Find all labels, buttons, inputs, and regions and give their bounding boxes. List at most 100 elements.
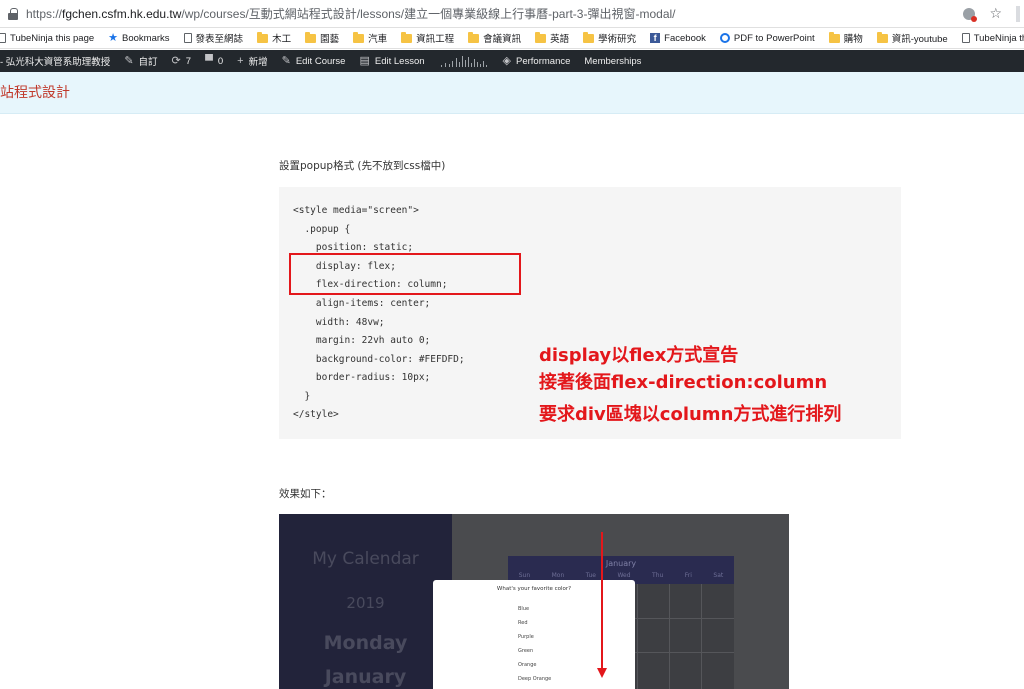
code-line: .popup { [293, 224, 351, 235]
bookmark-folder[interactable]: 汽車 [353, 31, 387, 45]
code-line: margin: 22vh auto 0; [293, 335, 431, 346]
folder-icon [535, 31, 547, 43]
dim-overlay [279, 514, 452, 689]
highlight-box [289, 253, 521, 295]
pdf-icon [719, 33, 730, 43]
bookmark-item[interactable]: 發表至網誌 [183, 31, 243, 45]
calendar-grid-month: January [605, 559, 637, 568]
arrow-head-icon [597, 668, 607, 678]
admin-comments-link[interactable]: ▀ 0 [205, 54, 223, 67]
document-icon: ▤ [359, 54, 370, 67]
refresh-icon: ⟳ [171, 54, 181, 67]
brush-icon: ✎ [124, 54, 134, 67]
performance-icon: ◈ [502, 54, 511, 67]
url-path: /wp/courses/互動式網站程式設計/lessons/建立一個專業級線上行… [181, 7, 676, 21]
code-line: </style> [293, 409, 339, 420]
pencil-icon: ✎ [281, 54, 291, 67]
folder-icon [828, 31, 840, 43]
annotation-line: 接著後面flex-direction:column [539, 372, 828, 393]
bookmark-item[interactable]: f Facebook [650, 33, 706, 44]
page-icon [961, 33, 970, 43]
intro-text: 設置popup格式 (先不放到css檔中) [279, 160, 446, 172]
folder-icon [468, 31, 480, 43]
bookmark-folder[interactable]: 會議資訊 [468, 31, 521, 45]
weekday-label: Sun [518, 572, 531, 579]
address-bar[interactable]: https://fgchen.csfm.hk.edu.tw/wp/courses… [0, 0, 1024, 28]
result-label: 效果如下： [279, 488, 332, 500]
bookmark-folder[interactable]: 購物 [828, 31, 863, 45]
weekday-row: Sun Mon Tue Wed Thu Fri Sat [508, 572, 734, 579]
url-field[interactable]: https://fgchen.csfm.hk.edu.tw/wp/courses… [26, 5, 676, 22]
admin-updates-link[interactable]: ⟳ 7 [171, 54, 192, 67]
bookmark-folder[interactable]: 資訊-youtube [876, 31, 948, 45]
weekday-label: Fri [684, 572, 692, 579]
bookmark-folder[interactable]: 英語 [535, 31, 569, 45]
code-line: width: 48vw; [293, 317, 385, 328]
url-prefix: https:// [26, 7, 63, 21]
bookmark-folder[interactable]: 資訊工程 [401, 31, 454, 45]
popup-option[interactable]: Deep Orange [518, 676, 551, 682]
code-line: border-radius: 10px; [293, 372, 431, 383]
weekday-label: Sat [713, 572, 724, 579]
extension-icon[interactable] [963, 8, 978, 22]
lock-icon [8, 7, 18, 20]
weekday-label: Thu [652, 572, 664, 579]
bookmark-folder[interactable]: 木工 [257, 31, 291, 45]
folder-icon [401, 31, 413, 43]
bookmark-star-icon[interactable]: ☆ [989, 7, 1002, 21]
comment-icon: ▀ [205, 54, 213, 67]
page-icon [0, 33, 6, 43]
code-line: <style media="screen"> [293, 205, 419, 216]
popup-question: What's your favorite color? [496, 586, 572, 592]
bookmark-item[interactable]: ★ Bookmarks [108, 31, 169, 44]
weekday-label: Mon [551, 572, 565, 579]
admin-edit-course-link[interactable]: ✎ Edit Course [281, 54, 346, 67]
folder-icon [257, 31, 269, 43]
demo-screenshot: My Calendar 2019 Monday January January … [279, 514, 789, 689]
annotation-line: display以flex方式宣告 [539, 345, 739, 366]
bookmarks-bar: TubeNinja this page ★ Bookmarks 發表至網誌 木工 … [0, 28, 1024, 49]
page-icon [183, 33, 192, 43]
folder-icon [353, 31, 365, 43]
bookmark-item[interactable]: PDF to PowerPoint [719, 33, 815, 44]
bookmark-folder[interactable]: 園藝 [305, 31, 339, 45]
admin-performance-link[interactable]: ◈ Performance [502, 54, 571, 67]
site-header: 站程式設計 [0, 72, 1024, 114]
popup-option[interactable]: Green [518, 648, 533, 654]
grid-line [701, 584, 702, 689]
annotation-line: 要求div區塊以column方式進行排列 [539, 404, 842, 425]
folder-icon [583, 31, 595, 43]
bookmark-folder[interactable]: 學術研究 [583, 31, 636, 45]
popup-option[interactable]: Purple [518, 634, 534, 640]
code-line: } [293, 391, 311, 402]
site-title[interactable]: 站程式設計 [0, 82, 70, 102]
weekday-label: Tue [585, 572, 596, 579]
folder-icon [305, 31, 317, 43]
code-line: align-items: center; [293, 298, 431, 309]
admin-edit-lesson-link[interactable]: ▤ Edit Lesson [359, 54, 424, 67]
wp-admin-bar: - 弘光科大資管系助理教授 ✎ 自訂 ⟳ 7 ▀ 0 + 新增 ✎ Edit Course… [0, 50, 1024, 72]
url-host: fgchen.csfm.hk.edu.tw [62, 7, 182, 21]
code-line: background-color: #FEFDFD; [293, 354, 465, 365]
popup-option[interactable]: Red [518, 620, 528, 626]
admin-memberships-link[interactable]: Memberships [584, 56, 641, 67]
browser-menu-icon[interactable] [1016, 6, 1020, 22]
weekday-label: Wed [617, 572, 631, 579]
admin-new-link[interactable]: + 新增 [237, 54, 267, 68]
bookmark-item[interactable]: TubeNinja this page [961, 33, 1024, 44]
popup-option[interactable]: Blue [518, 606, 529, 612]
bookmark-item[interactable]: TubeNinja this page [0, 33, 94, 44]
star-icon: ★ [108, 31, 119, 44]
admin-customize-link[interactable]: ✎ 自訂 [124, 54, 157, 68]
code-line: position: static; [293, 242, 414, 253]
stats-sparkline-icon[interactable] [439, 55, 489, 67]
grid-line [669, 584, 670, 689]
facebook-icon: f [650, 33, 661, 43]
address-bar-actions: ☆ [963, 0, 1024, 28]
popup-option[interactable]: Orange [518, 662, 536, 668]
folder-icon [876, 31, 888, 43]
grid-line [637, 584, 638, 689]
down-arrow-icon [601, 532, 603, 674]
calendar-sidebar: My Calendar 2019 Monday January [279, 514, 452, 689]
admin-site-link[interactable]: - 弘光科大資管系助理教授 [0, 54, 110, 68]
